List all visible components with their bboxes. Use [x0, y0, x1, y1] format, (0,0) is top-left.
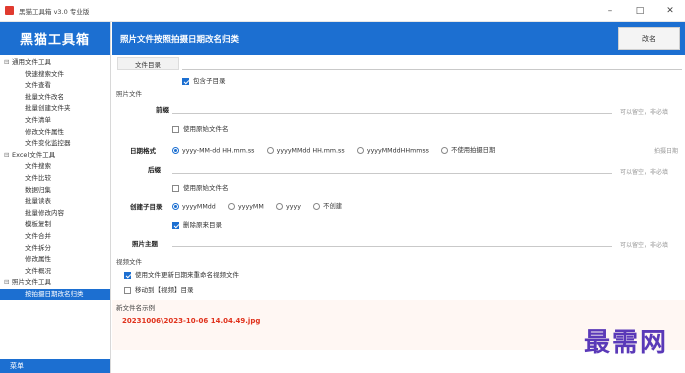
tree-group-photo[interactable]: ⊟ 照片文件工具 — [0, 277, 110, 289]
photo-subject-input[interactable] — [172, 234, 612, 247]
radio-icon — [276, 202, 284, 210]
include-subdirs-checkbox[interactable]: 包含子目录 — [182, 75, 226, 85]
page-title: 照片文件按照拍摄日期改名归类 — [120, 34, 240, 45]
tree-item[interactable]: 批量创建文件夹 — [0, 103, 110, 115]
radio-icon — [356, 146, 364, 154]
tree-item[interactable]: 批量修改内容 — [0, 208, 110, 220]
subdir-label: 创建子目录 — [130, 203, 163, 211]
sidebar: 黑猫工具箱 ⊟ 通用文件工具 快速搜索文件 文件查看 批量文件改名 批量创建文件夹… — [0, 22, 111, 373]
suffix-label: 后缀 — [148, 166, 161, 174]
date-format-option[interactable]: yyyy-MM-dd HH.mm.ss — [172, 146, 254, 154]
tree-item[interactable]: 模板复制 — [0, 219, 110, 231]
tree-item[interactable]: 文件拆分 — [0, 243, 110, 255]
suffix-hint: 可以留空，非必填 — [620, 169, 669, 176]
photo-section-label: 照片文件 — [116, 90, 142, 98]
date-format-option[interactable]: yyyyMMdd HH.mm.ss — [266, 146, 345, 154]
tree-item[interactable]: 文件变化监控器 — [0, 138, 110, 150]
tree-item[interactable]: 批量文件改名 — [0, 92, 110, 104]
checkbox-checked-icon — [124, 271, 131, 279]
page-header: 照片文件按照拍摄日期改名归类 — [112, 22, 685, 55]
rename-button[interactable]: 改名 — [618, 27, 680, 50]
menu-button[interactable]: 菜单 — [0, 359, 110, 373]
window-title: 黑猫工具箱 v3.0 专业版 — [19, 7, 90, 16]
tree-item[interactable]: 文件清单 — [0, 115, 110, 127]
prefix-label: 前缀 — [156, 106, 169, 114]
prefix-use-orig-checkbox[interactable]: 使用原始文件名 — [172, 123, 229, 133]
radio-selected-icon — [172, 202, 179, 210]
date-format-options: yyyy-MM-dd HH.mm.ss yyyyMMdd HH.mm.ss yy… — [172, 145, 505, 154]
preview-filename: 20231006\2023-10-06 14.04.49.jpg — [122, 317, 261, 325]
radio-icon — [266, 146, 274, 154]
video-move-checkbox[interactable]: 移动到【视频】目录 — [124, 284, 194, 294]
date-format-option[interactable]: 不使用拍摄日期 — [441, 145, 495, 154]
collapse-icon: ⊟ — [4, 278, 10, 287]
collapse-icon: ⊟ — [4, 150, 10, 159]
minimize-button[interactable]: – — [595, 0, 625, 22]
tool-tree: ⊟ 通用文件工具 快速搜索文件 文件查看 批量文件改名 批量创建文件夹 文件清单 … — [0, 55, 110, 301]
checkbox-icon — [172, 125, 179, 133]
checkbox-checked-icon — [172, 221, 179, 229]
subject-hint: 可以留空，非必填 — [620, 242, 669, 249]
radio-icon — [228, 202, 236, 210]
photo-subject-label: 照片主题 — [132, 240, 158, 248]
tree-item[interactable]: 文件比较 — [0, 173, 110, 185]
tree-item[interactable]: 文件合并 — [0, 231, 110, 243]
tree-item[interactable]: 文件查看 — [0, 80, 110, 92]
tree-item[interactable]: 文件搜索 — [0, 161, 110, 173]
subdir-options: yyyyMMdd yyyyMM yyyy 不创建 — [172, 201, 352, 210]
radio-icon — [313, 202, 321, 210]
prefix-input[interactable] — [172, 101, 612, 114]
tree-item[interactable]: 文件概况 — [0, 266, 110, 278]
prefix-hint: 可以留空，非必填 — [620, 109, 669, 116]
tree-item[interactable]: 批量读表 — [0, 196, 110, 208]
suffix-use-orig-checkbox[interactable]: 使用原始文件名 — [172, 182, 229, 192]
collapse-icon: ⊟ — [4, 58, 10, 66]
tree-group-excel[interactable]: ⊟ Excel文件工具 — [0, 150, 110, 162]
preview-label: 新文件名示例 — [116, 304, 155, 312]
tree-item[interactable]: 修改文件属性 — [0, 127, 110, 139]
checkbox-checked-icon — [182, 77, 189, 85]
tree-item[interactable]: 快速搜索文件 — [0, 69, 110, 81]
app-logo-icon — [5, 6, 14, 15]
checkbox-icon — [172, 184, 179, 192]
subdir-option[interactable]: yyyy — [276, 202, 301, 210]
tree-item[interactable]: 数据归集 — [0, 185, 110, 197]
radio-icon — [441, 146, 449, 154]
checkbox-icon — [124, 286, 131, 294]
watermark: 最需网 — [583, 328, 668, 358]
suffix-input[interactable] — [172, 161, 612, 174]
date-hint: 拍摄日期 — [654, 148, 679, 155]
radio-selected-icon — [172, 146, 179, 154]
subdir-option[interactable]: yyyyMMdd — [172, 202, 216, 210]
date-format-label: 日期格式 — [130, 147, 156, 155]
subdir-option[interactable]: yyyyMM — [228, 202, 264, 210]
main-panel: 照片文件按照拍摄日期改名归类 改名 文件目录 包含子目录 照片文件 前缀 可以留… — [112, 22, 685, 373]
delete-source-dir-checkbox[interactable]: 删除原来目录 — [172, 219, 222, 229]
folder-label-button[interactable]: 文件目录 — [117, 57, 179, 70]
window-controls: – □ ✕ — [595, 0, 685, 22]
maximize-button[interactable]: □ — [625, 0, 655, 22]
brand-title: 黑猫工具箱 — [0, 22, 110, 55]
date-format-option[interactable]: yyyyMMddHHmmss — [356, 146, 429, 154]
video-section-label: 视频文件 — [116, 258, 142, 266]
tree-group-general[interactable]: ⊟ 通用文件工具 — [0, 57, 110, 69]
subdir-option[interactable]: 不创建 — [313, 201, 342, 210]
tree-item-active[interactable]: 按拍摄日期改名归类 — [0, 288, 110, 301]
title-bar: 黑猫工具箱 v3.0 专业版 – □ ✕ — [0, 0, 685, 22]
tree-item[interactable]: 修改属性 — [0, 254, 110, 266]
close-button[interactable]: ✕ — [655, 0, 685, 22]
video-rename-checkbox[interactable]: 使用文件更新日期来重命名视频文件 — [124, 269, 239, 279]
folder-path-input[interactable] — [182, 57, 682, 70]
